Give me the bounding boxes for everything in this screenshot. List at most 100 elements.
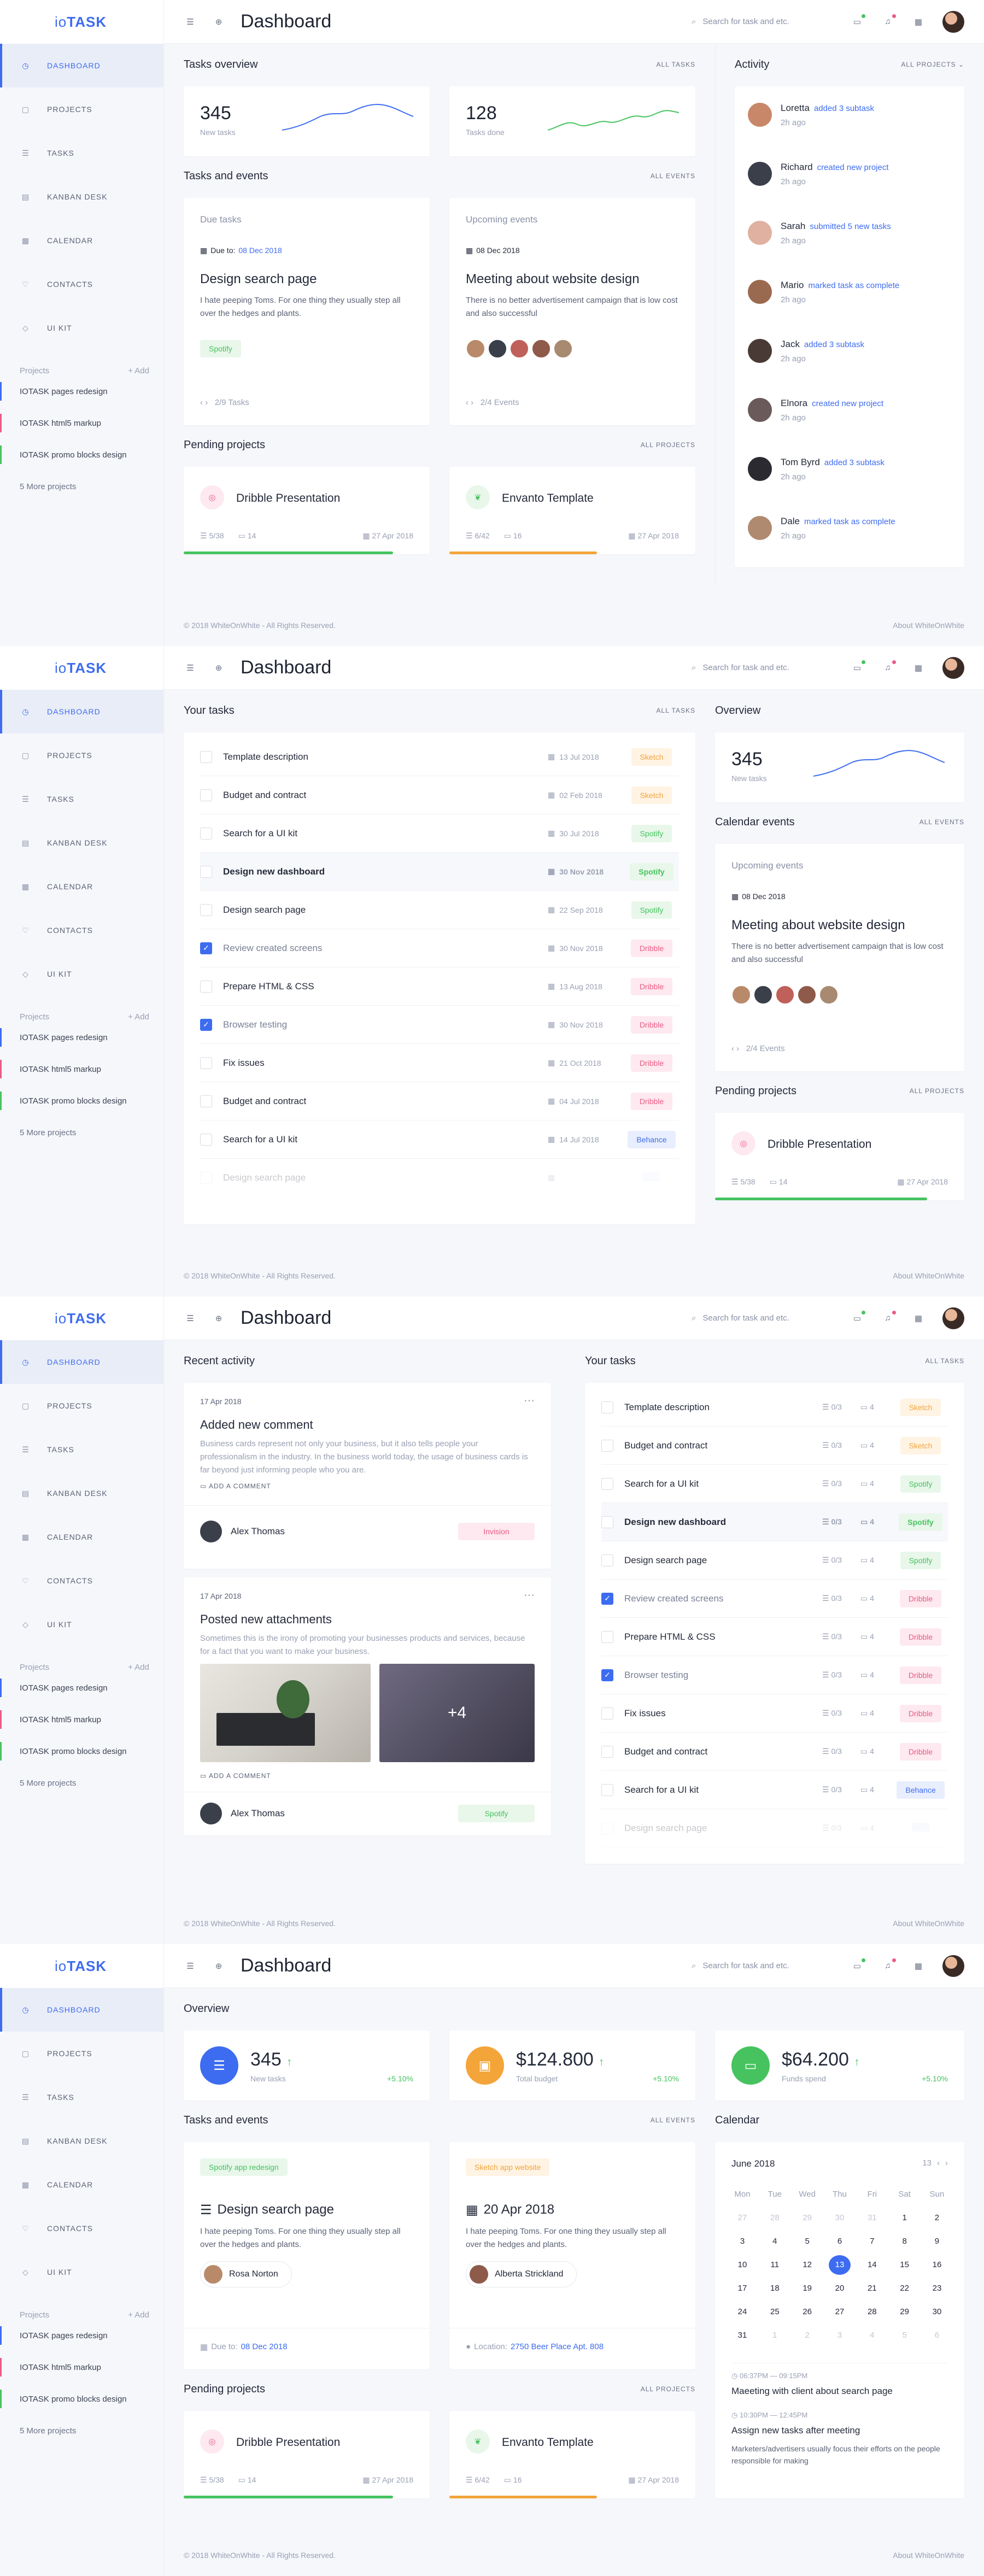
calendar-day[interactable]: 30 xyxy=(829,2213,851,2222)
menu-icon[interactable]: ☰ xyxy=(184,1959,197,1973)
task-checkbox[interactable] xyxy=(601,1554,613,1566)
about-link[interactable]: About WhiteOnWhite xyxy=(893,2551,964,2560)
nav-item-dashboard[interactable]: ◷ DASHBOARD xyxy=(0,1988,163,2032)
calendar-day[interactable]: 29 xyxy=(796,2213,818,2222)
bell-icon[interactable]: ♫ xyxy=(881,660,896,674)
calendar-day[interactable]: 14 xyxy=(861,2260,883,2269)
calendar-day[interactable]: 10 xyxy=(731,2260,753,2269)
nav-item-tasks[interactable]: ☰ TASKS xyxy=(0,1428,163,1471)
all-tasks-link[interactable]: ALL TASKS xyxy=(657,707,695,714)
project-card[interactable]: ❦ Envanto Template ☰ 6/42 ▭ 16 ▦ 27 Apr 20… xyxy=(449,2411,695,2498)
task-checkbox[interactable]: ✓ xyxy=(200,1018,212,1031)
nav-item-projects[interactable]: ▢ PROJECTS xyxy=(0,734,163,777)
nav-item-dashboard[interactable]: ◷ DASHBOARD xyxy=(0,690,163,734)
event-title[interactable]: Meeting about website design xyxy=(466,272,640,287)
task-row[interactable]: Design search page ☰ 0/3 ▭ 4 Spotify xyxy=(601,1541,948,1580)
task-row[interactable]: Template description ☰ 0/3 ▭ 4 Sketch xyxy=(601,1388,948,1427)
task-checkbox[interactable]: ✓ xyxy=(200,942,212,954)
calendar-day[interactable]: 18 xyxy=(764,2284,786,2293)
nav-item-tasks[interactable]: ☰ TASKS xyxy=(0,2075,163,2119)
more-projects-link[interactable]: 5 More projects xyxy=(0,2415,163,2446)
task-checkbox[interactable] xyxy=(601,1439,613,1452)
calendar-day[interactable]: 19 xyxy=(796,2284,818,2293)
calendar-day[interactable]: 8 xyxy=(894,2237,916,2246)
task-checkbox[interactable] xyxy=(601,1745,613,1758)
calendar-day[interactable]: 28 xyxy=(764,2213,786,2222)
event-date[interactable]: 20 Apr 2018 xyxy=(484,2202,554,2218)
calendar-day[interactable]: 9 xyxy=(926,2237,948,2246)
nav-item-contacts[interactable]: ♡ CONTACTS xyxy=(0,262,163,306)
nav-item-kanban-desk[interactable]: ▤ KANBAN DESK xyxy=(0,175,163,219)
assignee-chip[interactable]: Rosa Norton xyxy=(200,2261,292,2287)
activity-item[interactable]: Tom Byrd added 3 subtask 2h ago xyxy=(748,457,885,482)
prev-icon[interactable]: ‹ xyxy=(200,398,203,407)
project-card[interactable]: ◎ Dribble Presentation ☰ 5/38 ▭ 14 ▦ 27 Ap… xyxy=(184,467,430,554)
calendar-day[interactable]: 31 xyxy=(731,2331,753,2340)
grid-icon[interactable]: ▦ xyxy=(912,1312,925,1325)
task-checkbox[interactable] xyxy=(200,789,212,801)
all-projects-link[interactable]: ALL PROJECTS xyxy=(641,441,695,449)
task-row[interactable]: Design search page ☰ 0/3 ▭ 4 xyxy=(601,1809,948,1847)
task-row[interactable]: ✓ Browser testing ▦ 30 Nov 2018 Dribble xyxy=(200,1006,679,1044)
calendar-day[interactable]: 17 xyxy=(731,2284,753,2293)
calendar-day[interactable]: 2 xyxy=(796,2331,818,2340)
project-link[interactable]: IOTASK promo blocks design xyxy=(0,2383,163,2415)
search-input[interactable]: Search for task and etc. xyxy=(702,17,789,26)
all-tasks-link[interactable]: ALL TASKS xyxy=(926,1357,964,1365)
calendar-day[interactable]: 31 xyxy=(861,2213,883,2222)
task-row[interactable]: ✓ Browser testing ☰ 0/3 ▭ 4 Dribble xyxy=(601,1656,948,1694)
calendar-day[interactable]: 1 xyxy=(894,2213,916,2222)
about-link[interactable]: About WhiteOnWhite xyxy=(893,1919,964,1928)
about-link[interactable]: About WhiteOnWhite xyxy=(893,1271,964,1280)
project-card[interactable]: ❦ Envanto Template ☰ 6/42 ▭ 16 ▦ 27 Apr 20… xyxy=(449,467,695,554)
assignee-chip[interactable]: Alberta Strickland xyxy=(466,2261,577,2287)
add-project-button[interactable]: + Add xyxy=(128,2310,149,2320)
task-title[interactable]: Design search page xyxy=(218,2202,334,2218)
avatar[interactable] xyxy=(731,985,751,1005)
menu-icon[interactable]: ☰ xyxy=(184,15,197,28)
task-row[interactable]: Prepare HTML & CSS ☰ 0/3 ▭ 4 Dribble xyxy=(601,1618,948,1656)
attachment-more[interactable]: +4 xyxy=(379,1664,535,1762)
calendar-day[interactable]: 16 xyxy=(926,2260,948,2269)
project-card[interactable]: ◎ Dribble Presentation ☰ 5/38 ▭ 14 ▦ 27 Ap… xyxy=(715,1113,964,1200)
nav-item-projects[interactable]: ▢ PROJECTS xyxy=(0,1384,163,1428)
calendar-day[interactable]: 21 xyxy=(861,2284,883,2293)
task-checkbox[interactable] xyxy=(200,1133,212,1146)
calendar-day[interactable]: 12 xyxy=(796,2260,818,2269)
next-icon[interactable]: › xyxy=(205,398,208,407)
activity-item[interactable]: Jack added 3 subtask 2h ago xyxy=(748,339,864,363)
task-checkbox[interactable] xyxy=(601,1477,613,1490)
nav-item-kanban-desk[interactable]: ▤ KANBAN DESK xyxy=(0,1471,163,1515)
project-link[interactable]: IOTASK html5 markup xyxy=(0,2351,163,2383)
logo[interactable]: io TASK xyxy=(0,0,163,44)
project-card[interactable]: ◎ Dribble Presentation ☰ 5/38 ▭ 14 ▦ 27 Ap… xyxy=(184,2411,430,2498)
activity-item[interactable]: Mario marked task as complete 2h ago xyxy=(748,280,899,304)
task-checkbox[interactable] xyxy=(601,1630,613,1643)
nav-item-dashboard[interactable]: ◷ DASHBOARD xyxy=(0,1340,163,1384)
task-checkbox[interactable] xyxy=(601,1516,613,1528)
event-title[interactable]: Maeeting with client about search page xyxy=(731,2386,893,2397)
nav-item-ui-kit[interactable]: ◇ UI KIT xyxy=(0,952,163,996)
location-value[interactable]: 2750 Beer Place Apt. 808 xyxy=(511,2342,604,2351)
nav-item-ui-kit[interactable]: ◇ UI KIT xyxy=(0,1603,163,1646)
all-projects-link[interactable]: ALL PROJECTS xyxy=(910,1087,964,1095)
calendar-day[interactable]: 29 xyxy=(894,2307,916,2316)
task-row[interactable]: Search for a UI kit ▦ 14 Jul 2018 Behance xyxy=(200,1120,679,1159)
task-checkbox[interactable] xyxy=(601,1783,613,1796)
next-icon[interactable]: › xyxy=(736,1044,739,1053)
task-title[interactable]: Design search page xyxy=(200,272,317,287)
nav-item-projects[interactable]: ▢ PROJECTS xyxy=(0,87,163,131)
project-link[interactable]: IOTASK pages redesign xyxy=(0,2320,163,2351)
add-comment-button[interactable]: ▭ ADD A COMMENT xyxy=(200,1772,271,1780)
project-link[interactable]: IOTASK promo blocks design xyxy=(0,439,163,471)
activity-item[interactable]: Dale marked task as complete 2h ago xyxy=(748,516,895,541)
avatar[interactable] xyxy=(488,339,507,359)
calendar-day[interactable]: 27 xyxy=(829,2307,851,2316)
chat-icon[interactable]: ▭ xyxy=(851,660,865,674)
nav-item-calendar[interactable]: ▦ CALENDAR xyxy=(0,219,163,262)
task-row[interactable]: Fix issues ▦ 21 Oct 2018 Dribble xyxy=(200,1044,679,1082)
add-project-button[interactable]: + Add xyxy=(128,1012,149,1022)
add-circle-icon[interactable]: ⊕ xyxy=(212,661,225,674)
user-avatar[interactable] xyxy=(942,656,964,679)
nav-item-projects[interactable]: ▢ PROJECTS xyxy=(0,2032,163,2075)
